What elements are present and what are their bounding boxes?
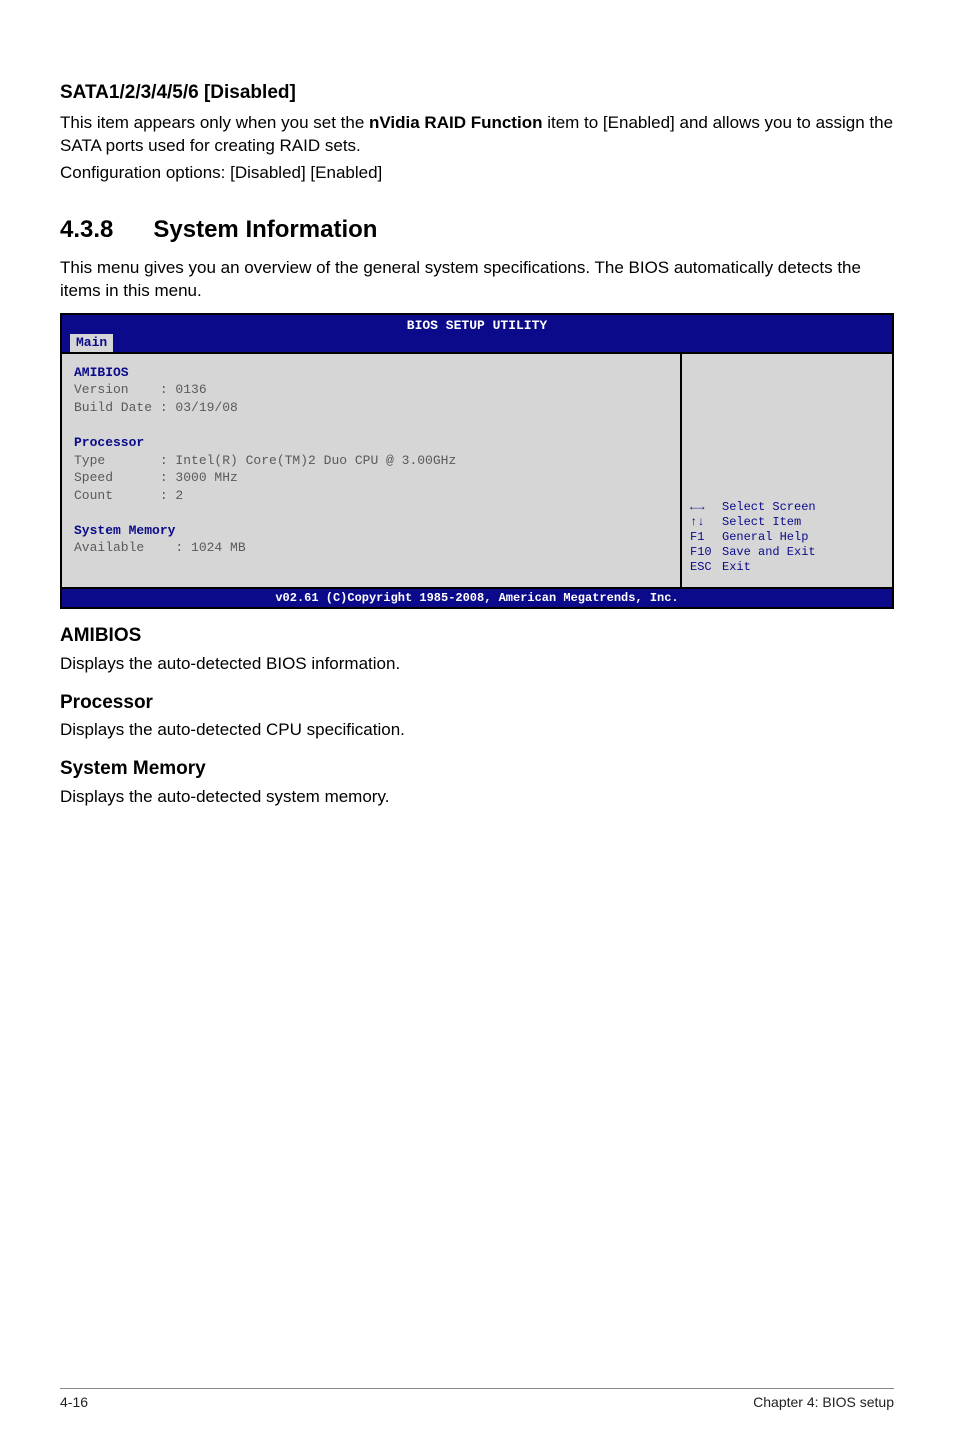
- amibios-title: AMIBIOS: [60, 623, 894, 649]
- bios-footer: v02.61 (C)Copyright 1985-2008, American …: [62, 589, 892, 607]
- bios-processor-heading: Processor: [74, 434, 668, 452]
- help-key-esc: ESC: [690, 560, 722, 575]
- sata-desc-bold: nVidia RAID Function: [369, 113, 542, 132]
- bios-body: AMIBIOS Version : 0136 Build Date : 03/1…: [62, 352, 892, 589]
- bios-tab-main[interactable]: Main: [70, 334, 113, 352]
- help-txt-select-item: Select Item: [722, 515, 801, 529]
- help-key-arrows-lr: ←→: [690, 500, 722, 515]
- bios-right-panel: ←→Select Screen ↑↓Select Item F1General …: [682, 354, 892, 587]
- help-key-arrows-ud: ↑↓: [690, 515, 722, 530]
- bios-sysmem-available: Available : 1024 MB: [74, 539, 668, 557]
- bios-sysmem-heading: System Memory: [74, 522, 668, 540]
- help-txt-save-exit: Save and Exit: [722, 545, 816, 559]
- chapter-label: Chapter 4: BIOS setup: [753, 1393, 894, 1412]
- footer-divider: [60, 1388, 894, 1389]
- section-name: System Information: [153, 216, 377, 243]
- sata-desc: This item appears only when you set the …: [60, 112, 894, 158]
- help-key-f1: F1: [690, 530, 722, 545]
- bios-processor-type: Type : Intel(R) Core(TM)2 Duo CPU @ 3.00…: [74, 452, 668, 470]
- system-memory-desc: Displays the auto-detected system memory…: [60, 786, 894, 809]
- sata-config-options: Configuration options: [Disabled] [Enabl…: [60, 162, 894, 185]
- section-number: 4.3.8: [60, 214, 113, 246]
- bios-version: Version : 0136: [74, 381, 668, 399]
- page-number: 4-16: [60, 1393, 88, 1412]
- bios-left-panel: AMIBIOS Version : 0136 Build Date : 03/1…: [62, 354, 682, 587]
- bios-screenshot: BIOS SETUP UTILITY Main AMIBIOS Version …: [60, 313, 894, 609]
- bios-title: BIOS SETUP UTILITY: [62, 315, 892, 335]
- section-438-title: 4.3.8 System Information: [60, 214, 894, 246]
- bios-help-keys: ←→Select Screen ↑↓Select Item F1General …: [690, 500, 816, 575]
- help-txt-select-screen: Select Screen: [722, 500, 816, 514]
- bios-tab-row: Main: [62, 334, 892, 352]
- section-desc: This menu gives you an overview of the g…: [60, 257, 894, 303]
- bios-build-date: Build Date : 03/19/08: [74, 399, 668, 417]
- system-memory-title: System Memory: [60, 756, 894, 782]
- sata-title: SATA1/2/3/4/5/6 [Disabled]: [60, 80, 894, 106]
- help-txt-exit: Exit: [722, 560, 751, 574]
- amibios-desc: Displays the auto-detected BIOS informat…: [60, 653, 894, 676]
- bios-processor-count: Count : 2: [74, 487, 668, 505]
- processor-desc: Displays the auto-detected CPU specifica…: [60, 719, 894, 742]
- help-key-f10: F10: [690, 545, 722, 560]
- page-footer: 4-16 Chapter 4: BIOS setup: [0, 1388, 954, 1412]
- bios-processor-speed: Speed : 3000 MHz: [74, 469, 668, 487]
- sata-desc-pre: This item appears only when you set the: [60, 113, 369, 132]
- help-txt-general-help: General Help: [722, 530, 808, 544]
- processor-title: Processor: [60, 690, 894, 716]
- bios-amibios-heading: AMIBIOS: [74, 364, 668, 382]
